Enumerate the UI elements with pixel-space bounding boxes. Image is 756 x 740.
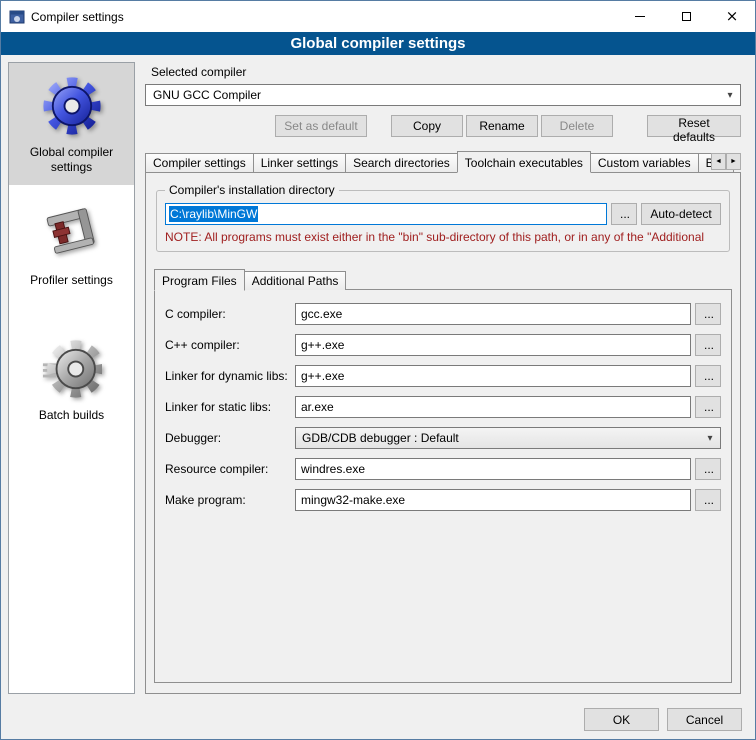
c-compiler-label: C compiler: [165, 307, 295, 321]
sidebar-item-global-compiler-settings[interactable]: Global compiler settings [9, 63, 134, 185]
rename-button[interactable]: Rename [466, 115, 538, 137]
resource-compiler-row: Resource compiler: ... [165, 458, 721, 480]
maximize-button[interactable] [663, 1, 709, 32]
debugger-label: Debugger: [165, 431, 295, 445]
tab-custom-variables[interactable]: Custom variables [590, 153, 699, 172]
sidebar-item-label: Batch builds [39, 408, 104, 423]
installation-directory-legend: Compiler's installation directory [165, 183, 339, 197]
static-linker-row: Linker for static libs: ... [165, 396, 721, 418]
installation-directory-value: C:\raylib\MinGW [169, 206, 258, 222]
tab-program-files[interactable]: Program Files [154, 269, 245, 291]
cpp-compiler-label: C++ compiler: [165, 338, 295, 352]
settings-tabstrip: Compiler settings Linker settings Search… [145, 150, 741, 172]
page-title: Global compiler settings [1, 32, 755, 55]
installation-directory-group: Compiler's installation directory C:\ray… [156, 183, 730, 252]
selected-compiler-value: GNU GCC Compiler [153, 88, 722, 102]
tab-toolchain-executables[interactable]: Toolchain executables [457, 151, 591, 173]
titlebar: Compiler settings × [1, 1, 755, 32]
toolchain-executables-panel: Compiler's installation directory C:\ray… [145, 172, 741, 694]
tab-additional-paths[interactable]: Additional Paths [244, 271, 347, 290]
c-compiler-row: C compiler: ... [165, 303, 721, 325]
program-files-tabstrip: Program Files Additional Paths [154, 268, 732, 290]
resource-compiler-label: Resource compiler: [165, 462, 295, 476]
blue-gear-icon [42, 76, 102, 136]
browse-install-dir-button[interactable]: ... [611, 203, 637, 225]
dialog-footer: OK Cancel [1, 700, 755, 739]
debugger-row: Debugger: GDB/CDB debugger : Default ▾ [165, 427, 721, 449]
main-panel: Selected compiler GNU GCC Compiler ▾ Set… [145, 62, 741, 694]
sidebar-item-label: Profiler settings [30, 273, 113, 288]
browse-static-linker-button[interactable]: ... [695, 396, 721, 418]
note-text: NOTE: All programs must exist either in … [165, 230, 721, 244]
sidebar-item-batch-builds[interactable]: Batch builds [9, 326, 134, 433]
browse-dynamic-linker-button[interactable]: ... [695, 365, 721, 387]
browse-resource-compiler-button[interactable]: ... [695, 458, 721, 480]
tab-compiler-settings[interactable]: Compiler settings [145, 153, 254, 172]
close-button[interactable]: × [709, 1, 755, 32]
close-icon: × [726, 9, 739, 24]
window-controls: × [617, 1, 755, 32]
debugger-dropdown[interactable]: GDB/CDB debugger : Default ▾ [295, 427, 721, 449]
set-as-default-button[interactable]: Set as default [275, 115, 367, 137]
reset-defaults-button[interactable]: Reset defaults [647, 115, 741, 137]
resource-compiler-input[interactable] [295, 458, 691, 480]
delete-button[interactable]: Delete [541, 115, 613, 137]
app-icon [9, 9, 25, 25]
dialog-body: Global compiler settings Profiler settin… [1, 55, 755, 700]
tab-search-directories[interactable]: Search directories [345, 153, 458, 172]
tab-linker-settings[interactable]: Linker settings [253, 153, 346, 172]
tab-scroll-left-button[interactable]: ◄ [711, 153, 726, 170]
browse-cpp-compiler-button[interactable]: ... [695, 334, 721, 356]
installation-directory-input[interactable]: C:\raylib\MinGW [165, 203, 607, 225]
categories-sidebar: Global compiler settings Profiler settin… [8, 62, 135, 694]
installation-directory-row: C:\raylib\MinGW ... Auto-detect [165, 203, 721, 225]
selected-compiler-dropdown[interactable]: GNU GCC Compiler ▾ [145, 84, 741, 106]
minimize-button[interactable] [617, 1, 663, 32]
cancel-button[interactable]: Cancel [667, 708, 742, 731]
minimize-icon [635, 16, 645, 17]
auto-detect-button[interactable]: Auto-detect [641, 203, 721, 225]
dynamic-linker-label: Linker for dynamic libs: [165, 369, 295, 383]
chevron-down-icon: ▾ [702, 433, 718, 444]
maximize-icon [682, 12, 691, 21]
browse-make-program-button[interactable]: ... [695, 489, 721, 511]
dynamic-linker-row: Linker for dynamic libs: ... [165, 365, 721, 387]
window-title: Compiler settings [31, 10, 124, 24]
static-linker-label: Linker for static libs: [165, 400, 295, 414]
gray-gear-icon [42, 339, 102, 399]
cpp-compiler-row: C++ compiler: ... [165, 334, 721, 356]
sidebar-item-profiler-settings[interactable]: Profiler settings [9, 191, 134, 298]
chevron-down-icon: ▾ [722, 90, 738, 101]
compiler-settings-window: Compiler settings × Global compiler sett… [0, 0, 756, 740]
make-program-input[interactable] [295, 489, 691, 511]
tab-scroll-right-button[interactable]: ► [726, 153, 741, 170]
sidebar-item-label: Global compiler settings [12, 145, 131, 175]
copy-button[interactable]: Copy [391, 115, 463, 137]
tab-scroll-buttons: ◄ ► [711, 153, 741, 170]
static-linker-input[interactable] [295, 396, 691, 418]
make-program-label: Make program: [165, 493, 295, 507]
dynamic-linker-input[interactable] [295, 365, 691, 387]
compiler-buttons-row: Set as default Copy Rename Delete Reset … [145, 115, 741, 137]
make-program-row: Make program: ... [165, 489, 721, 511]
program-files-panel: C compiler: ... C++ compiler: ... Linker… [154, 289, 732, 683]
cpp-compiler-input[interactable] [295, 334, 691, 356]
c-compiler-input[interactable] [295, 303, 691, 325]
clamp-icon [42, 204, 102, 264]
debugger-value: GDB/CDB debugger : Default [302, 431, 702, 445]
selected-compiler-label: Selected compiler [151, 65, 741, 79]
ok-button[interactable]: OK [584, 708, 659, 731]
browse-c-compiler-button[interactable]: ... [695, 303, 721, 325]
